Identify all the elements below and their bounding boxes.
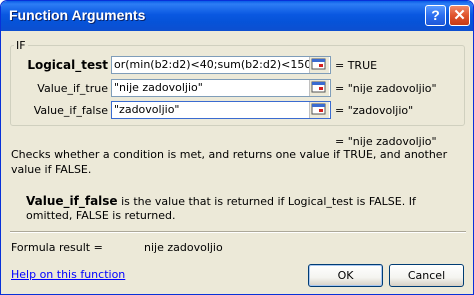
help-on-function-link[interactable]: Help on this function: [11, 268, 125, 281]
value-if-true-label: Value_if_true: [37, 82, 108, 95]
logical-test-result: = TRUE: [335, 59, 378, 72]
collapse-dialog-icon[interactable]: [309, 57, 329, 73]
cancel-button[interactable]: Cancel: [389, 264, 464, 287]
ok-button[interactable]: OK: [308, 264, 383, 287]
close-icon[interactable]: ✕: [449, 5, 470, 26]
collapse-dialog-icon[interactable]: [309, 80, 329, 96]
logical-test-label: Logical_test: [27, 58, 108, 72]
value-if-true-result: = "nije zadovoljio": [335, 82, 437, 95]
function-name: IF: [14, 39, 28, 52]
title-bar[interactable]: Function Arguments ? ✕: [1, 1, 473, 31]
help-icon[interactable]: ?: [425, 5, 446, 26]
separator: [10, 231, 466, 233]
argument-help: Value_if_false is the value that is retu…: [26, 194, 461, 223]
argument-help-name: Value_if_false: [26, 194, 118, 208]
value-if-false-label: Value_if_false: [33, 104, 108, 117]
logical-test-input[interactable]: or(min(b2:d2)<40;sum(b2:d2)<150): [111, 56, 331, 74]
collapse-dialog-icon[interactable]: [309, 102, 329, 118]
function-description: Checks whether a condition is met, and r…: [11, 148, 448, 176]
formula-result-label: Formula result =: [11, 241, 103, 254]
dialog-title: Function Arguments: [9, 7, 146, 23]
function-arguments-dialog: Function Arguments ? ✕ IF Logical_test o…: [0, 0, 474, 295]
value-if-false-input[interactable]: "zadovoljio": [111, 101, 331, 119]
formula-result-value: nije zadovoljio: [144, 241, 223, 254]
value-if-false-result: = "zadovoljio": [335, 104, 414, 117]
value-if-true-input[interactable]: "nije zadovoljio": [111, 79, 331, 97]
